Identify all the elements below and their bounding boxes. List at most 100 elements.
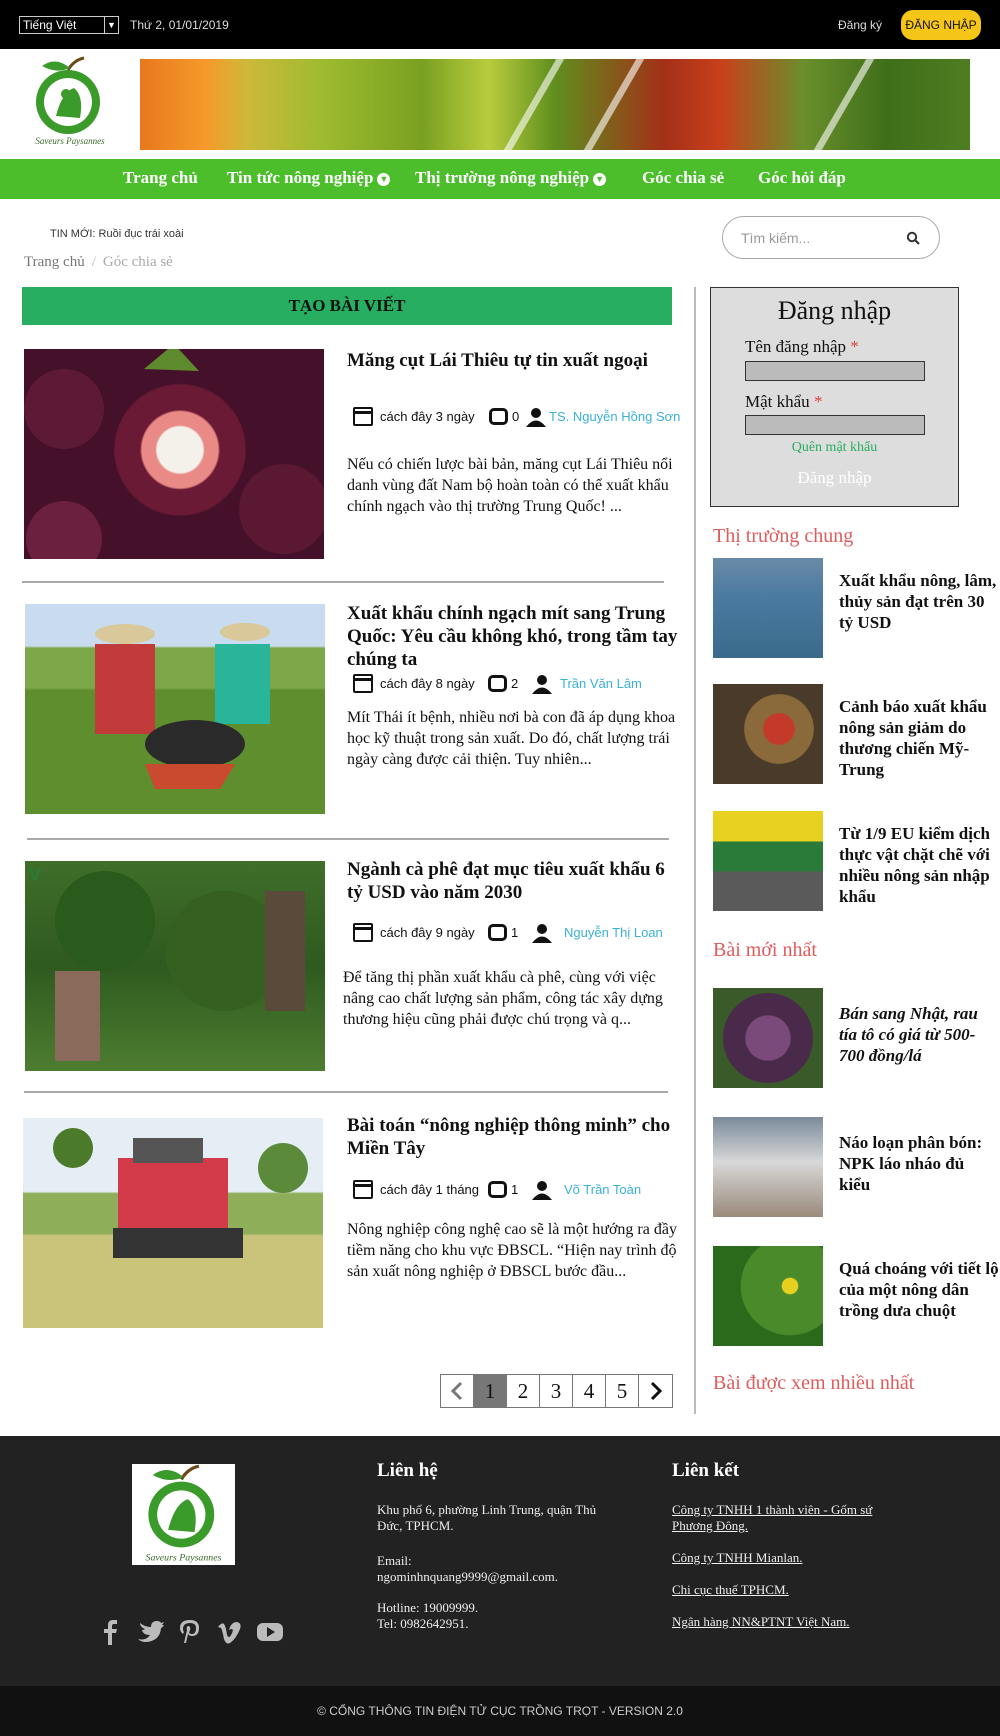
calendar-icon <box>353 1180 373 1199</box>
chevron-down-icon: ▼ <box>593 172 607 186</box>
market-heading: Thị trường chung <box>713 525 854 547</box>
footer-tel: Tel: 0982642951. <box>377 1616 469 1631</box>
user-icon <box>532 1181 552 1200</box>
article-meta: cách đây 3 ngày 0 TS. Nguyễn Hồng Sơn <box>353 407 693 429</box>
create-post-button[interactable]: TẠO BÀI VIẾT <box>22 287 672 325</box>
main-nav: Trang chủ Tin tức nông nghiệp ▼ Thị trườn… <box>0 159 1000 199</box>
pagination-page-3[interactable]: 3 <box>540 1375 573 1407</box>
language-value: Tiếng Việt <box>23 18 77 32</box>
footer-hotline: Hotline: 19009999. <box>377 1600 479 1615</box>
sidebar-item-title[interactable]: Từ 1/9 EU kiểm dịch thực vật chặt chẽ vớ… <box>839 823 999 907</box>
article-title[interactable]: Bài toán “nông nghiệp thông minh” cho Mi… <box>347 1114 685 1160</box>
user-icon <box>526 408 546 427</box>
sidebar-thumbnail[interactable] <box>713 811 823 911</box>
pinterest-icon[interactable] <box>176 1619 204 1645</box>
sidebar-thumbnail[interactable] <box>713 1117 823 1217</box>
article-author[interactable]: Võ Trần Toàn <box>564 1182 641 1197</box>
password-field[interactable] <box>745 415 925 435</box>
password-label: Mật khẩu * <box>745 392 823 411</box>
comment-icon <box>488 675 507 692</box>
pagination-next[interactable] <box>639 1375 672 1407</box>
calendar-icon <box>353 407 373 426</box>
chevron-left-icon <box>450 1381 463 1401</box>
article-time: cách đây 3 ngày <box>380 409 475 424</box>
facebook-icon[interactable] <box>96 1619 124 1645</box>
site-logo[interactable]: Saveurs Paysannes <box>28 56 112 148</box>
article-divider <box>24 1091 668 1093</box>
article-time: cách đây 1 tháng <box>380 1182 480 1197</box>
comment-count: 0 <box>512 409 520 424</box>
article-thumbnail[interactable] <box>25 604 325 814</box>
comment-icon <box>488 924 507 941</box>
sidebar-item-title[interactable]: Náo loạn phân bón: NPK láo nháo đủ kiểu <box>839 1132 999 1195</box>
footer-link[interactable]: Chi cục thuế TPHCM. <box>672 1582 789 1598</box>
pagination-page-5[interactable]: 5 <box>606 1375 639 1407</box>
contact-heading: Liên hệ <box>377 1460 438 1481</box>
copyright: © CỔNG THÔNG TIN ĐIỆN TỬ CỤC TRỒNG TRỌT … <box>0 1686 1000 1736</box>
article-title[interactable]: Ngành cà phê đạt mục tiêu xuất khẩu 6 tỷ… <box>347 858 685 904</box>
comment-count: 1 <box>511 925 519 940</box>
sidebar-item-title[interactable]: Bán sang Nhật, rau tía tô có giá từ 500-… <box>839 1003 999 1066</box>
login-submit-button[interactable]: Đăng nhập <box>711 468 958 488</box>
pagination: 1 2 3 4 5 <box>440 1374 673 1408</box>
sidebar-item-title[interactable]: Xuất khẩu nông, lâm, thủy sản đạt trên 3… <box>839 570 999 633</box>
sidebar-thumbnail[interactable] <box>713 684 823 784</box>
chevron-down-icon: ▼ <box>377 172 391 186</box>
article-author[interactable]: Trần Văn Lâm <box>560 676 642 691</box>
vimeo-icon[interactable] <box>216 1619 244 1645</box>
footer-logo[interactable]: Saveurs Paysannes <box>132 1464 235 1565</box>
pagination-prev[interactable] <box>441 1375 474 1407</box>
calendar-icon <box>353 674 373 693</box>
search-input[interactable]: Tìm kiếm... <box>722 216 940 259</box>
youtube-icon[interactable] <box>256 1619 284 1645</box>
username-field[interactable] <box>745 361 925 381</box>
sidebar-thumbnail[interactable] <box>713 988 823 1088</box>
article-thumbnail[interactable]: V <box>25 861 325 1071</box>
nav-item-home[interactable]: Trang chủ <box>123 168 198 188</box>
footer-link[interactable]: Công ty TNHH 1 thành viên - Gốm sứ Phươn… <box>672 1502 912 1534</box>
breadcrumb: Trang chủ / Góc chia sẻ <box>24 254 173 271</box>
article-title[interactable]: Măng cụt Lái Thiêu tự tin xuất ngoại <box>347 349 685 372</box>
breadcrumb-home[interactable]: Trang chủ <box>24 254 85 270</box>
footer-address: Khu phố 6, phường Linh Trung, quận Thủ Đ… <box>377 1502 597 1533</box>
article-divider <box>27 838 669 840</box>
login-button[interactable]: ĐĂNG NHẬP <box>901 10 981 40</box>
sidebar-thumbnail[interactable] <box>713 558 823 658</box>
site-footer: Saveurs Paysannes Liên hệ Khu phố 6, phư… <box>0 1436 1000 1686</box>
search-placeholder: Tìm kiếm... <box>741 230 811 246</box>
article-author[interactable]: TS. Nguyễn Hồng Sơn <box>549 409 680 424</box>
pagination-page-1[interactable]: 1 <box>474 1375 507 1407</box>
language-select[interactable]: Tiếng Việt ▼ <box>19 16 119 34</box>
login-title: Đăng nhập <box>777 296 892 325</box>
footer-logo-text: Saveurs Paysannes <box>146 1553 222 1564</box>
links-heading: Liên kết <box>672 1460 740 1481</box>
article-meta: cách đây 1 tháng 1 Võ Trần Toàn <box>353 1180 693 1202</box>
article-excerpt: Để tăng thị phần xuất khẩu cà phê, cùng … <box>343 969 663 1028</box>
comment-icon <box>488 1181 507 1198</box>
register-link[interactable]: Đăng ký <box>838 18 882 32</box>
article-title[interactable]: Xuất khẩu chính ngạch mít sang Trung Quố… <box>347 602 685 671</box>
user-icon <box>532 675 552 694</box>
forgot-password-link[interactable]: Quên mật khẩu <box>711 440 958 456</box>
article-thumbnail[interactable] <box>23 1118 323 1328</box>
nav-item-sharing[interactable]: Góc chia sẻ <box>642 168 724 188</box>
pagination-page-4[interactable]: 4 <box>573 1375 606 1407</box>
footer-link[interactable]: Công ty TNHH Mianlan. <box>672 1550 802 1566</box>
article-author[interactable]: Nguyễn Thị Loan <box>564 925 663 940</box>
twitter-icon[interactable] <box>136 1619 164 1645</box>
comment-icon <box>489 408 508 425</box>
nav-item-agri-news[interactable]: Tin tức nông nghiệp ▼ <box>227 168 391 188</box>
footer-link[interactable]: Ngân hàng NN&PTNT Việt Nam. <box>672 1614 849 1630</box>
footer-email[interactable]: ngominhnquang9999@gmail.com. <box>377 1569 558 1585</box>
search-icon[interactable] <box>906 231 920 245</box>
breadcrumb-current: Góc chia sẻ <box>102 254 173 270</box>
nav-item-agri-market[interactable]: Thị trường nông nghiệp ▼ <box>415 168 607 188</box>
news-ticker[interactable]: TIN MỚI: Ruồi đục trái xoài <box>50 228 184 240</box>
header-banner <box>140 59 970 150</box>
article-thumbnail[interactable] <box>24 344 329 577</box>
pagination-page-2[interactable]: 2 <box>507 1375 540 1407</box>
sidebar-item-title[interactable]: Cảnh báo xuất khẩu nông sản giảm do thươ… <box>839 696 999 780</box>
sidebar-item-title[interactable]: Quá choáng với tiết lộ của một nông dân … <box>839 1258 999 1321</box>
sidebar-thumbnail[interactable] <box>713 1246 823 1346</box>
nav-item-qa[interactable]: Góc hỏi đáp <box>758 168 846 188</box>
